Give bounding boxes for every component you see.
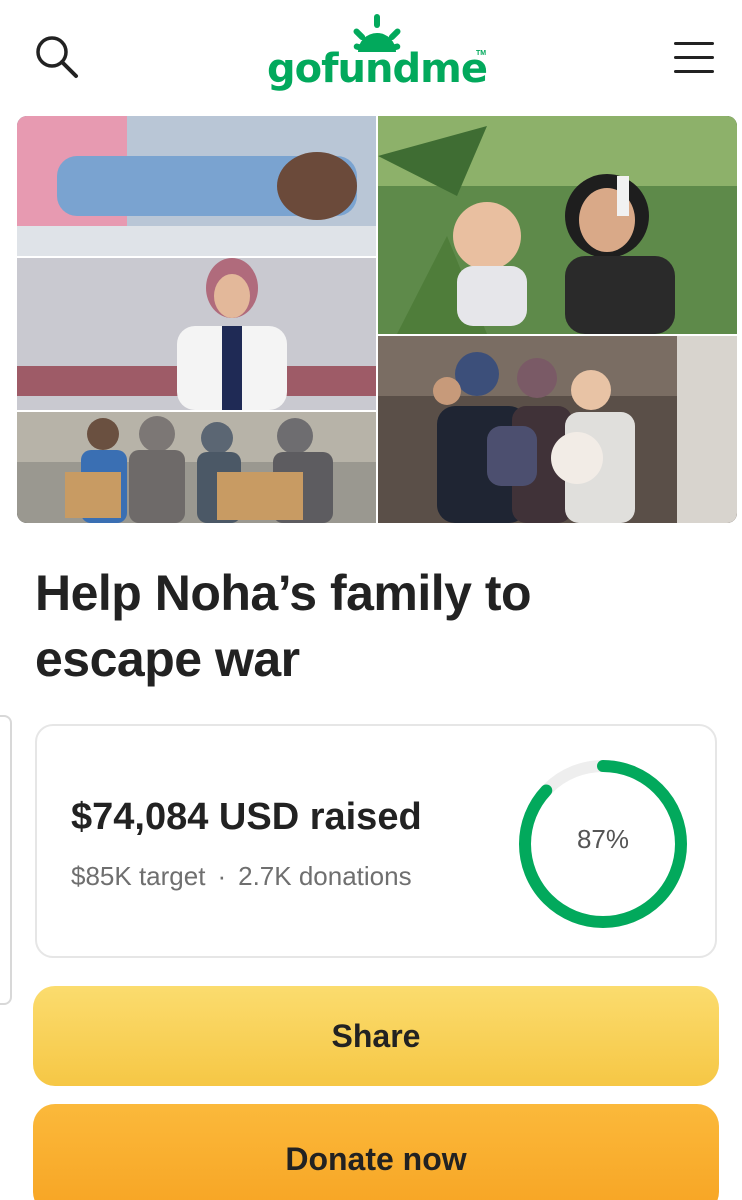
hamburger-menu-icon (674, 42, 714, 73)
top-header: gofundme TM (0, 0, 742, 112)
side-panel-edge (0, 715, 12, 1005)
fundraising-progress-card: $74,084 USD raised $85K target · 2.7K dona… (35, 724, 717, 958)
search-button[interactable] (30, 30, 86, 86)
progress-percent: 87% (576, 824, 630, 854)
campaign-page: gofundme TM Help Noha’s family to escape… (0, 0, 742, 1200)
share-button[interactable]: Share (33, 986, 719, 1086)
photo-mother-baby (378, 116, 737, 334)
progress-meta: $85K target · 2.7K donations (71, 861, 412, 892)
amount-raised: $74,084 USD raised (71, 796, 422, 838)
logo-trademark: TM (476, 50, 487, 57)
photo-family-group (378, 336, 737, 523)
donate-now-button[interactable]: Donate now (33, 1104, 719, 1200)
campaign-photo-collage[interactable] (17, 116, 737, 523)
target-amount: $85K target (71, 861, 206, 891)
photo-hospital (17, 116, 376, 256)
logo-wordmark: gofundme (267, 46, 488, 92)
gofundme-logo[interactable]: gofundme TM (262, 14, 492, 100)
meta-separator: · (217, 861, 227, 891)
campaign-title: Help Noha’s family to escape war (35, 565, 532, 687)
menu-button[interactable] (668, 38, 720, 78)
donation-count: 2.7K donations (238, 861, 412, 891)
photo-doctor (17, 258, 376, 410)
search-icon (36, 36, 78, 78)
photo-girls-with-signs (17, 412, 376, 523)
